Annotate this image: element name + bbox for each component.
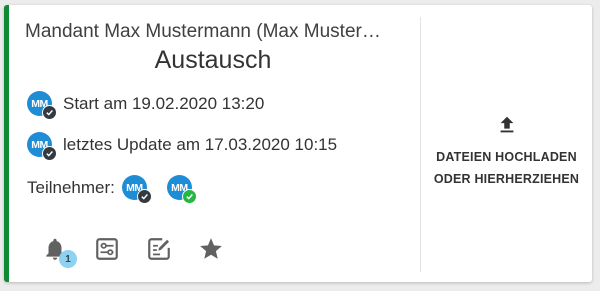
notification-count-badge: 1 — [59, 250, 77, 268]
edit-note-icon — [148, 238, 170, 260]
participants-label: Teilnehmer: — [27, 177, 115, 197]
check-badge-icon — [181, 189, 197, 204]
check-badge-icon — [42, 105, 57, 120]
notifications-button[interactable]: 1 — [41, 235, 77, 268]
upload-icon — [500, 116, 513, 133]
last-update-text: letztes Update am 17.03.2020 10:15 — [63, 134, 338, 154]
card-content: Mandant Max Mustermann (Max Muster… Aust… — [9, 5, 417, 282]
exchange-card[interactable]: Mandant Max Mustermann (Max Muster… Aust… — [4, 5, 592, 282]
start-date-text: Start am 19.02.2020 13:20 — [63, 93, 265, 113]
avatar: MM — [27, 91, 57, 120]
upload-label-line1: DATEIEN HOCHLADEN — [436, 150, 577, 164]
start-row: MM Start am 19.02.2020 13:20 — [27, 91, 265, 120]
mandant-name: Mandant Max Mustermann (Max Muster… — [25, 21, 381, 42]
participant-avatar[interactable]: MM — [166, 175, 197, 204]
check-badge-icon — [42, 146, 57, 161]
edit-button[interactable] — [145, 235, 173, 263]
upload-label-line2: ODER HIERHERZIEHEN — [433, 172, 580, 186]
sliders-icon — [96, 238, 118, 260]
card-title[interactable]: Austausch — [9, 46, 417, 75]
upload-dropzone[interactable]: DATEIEN HOCHLADEN ODER HIERHERZIEHEN — [421, 5, 592, 282]
star-icon — [200, 238, 222, 259]
check-badge-icon — [136, 189, 152, 204]
card-actions: 1 — [41, 235, 249, 268]
participants-row: Teilnehmer: MM MM — [27, 175, 197, 204]
settings-button[interactable] — [93, 235, 121, 263]
upload-button[interactable]: DATEIEN HOCHLADEN ODER HIERHERZIEHEN — [421, 113, 592, 190]
favorite-button[interactable] — [197, 235, 225, 263]
participant-avatar[interactable]: MM — [121, 175, 152, 204]
avatar: MM — [27, 132, 57, 161]
update-row: MM letztes Update am 17.03.2020 10:15 — [27, 132, 338, 161]
